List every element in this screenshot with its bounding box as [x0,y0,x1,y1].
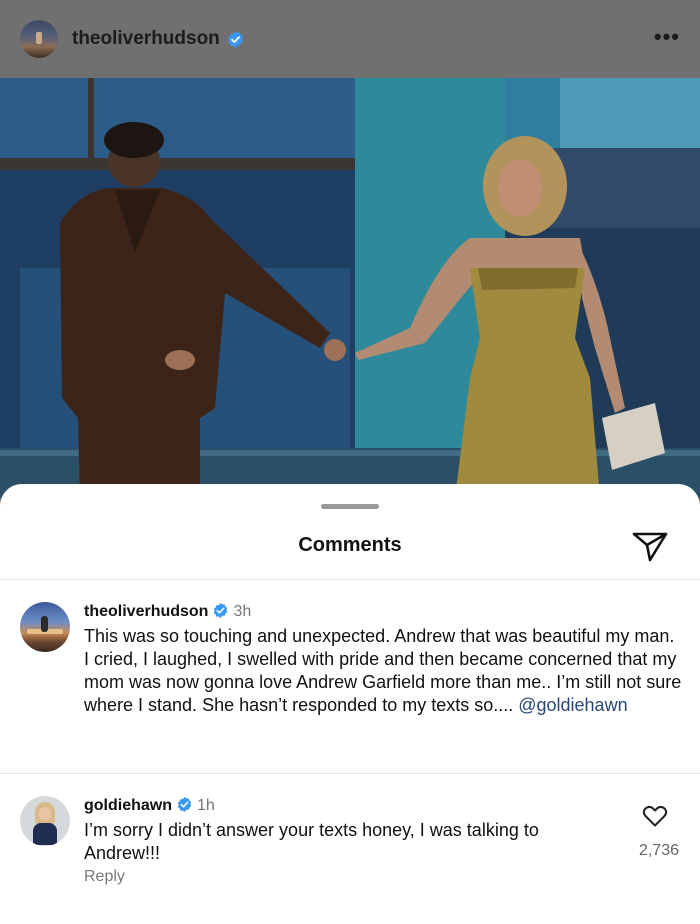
avatar[interactable] [20,602,70,652]
comment-username[interactable]: goldiehawn [84,797,172,814]
comments-title: Comments [298,534,402,556]
comment-text: This was so touching and unexpected. And… [84,625,684,717]
post-header: theoliverhudson ••• [0,0,700,78]
verified-badge-icon [227,30,243,48]
comment-divider [0,773,700,774]
post-author-avatar[interactable] [20,20,58,58]
post-photo [0,78,700,498]
heart-icon[interactable] [642,804,668,828]
mention-link[interactable]: @goldiehawn [518,695,627,715]
header-divider [0,579,700,580]
comment-timestamp: 1h [197,797,215,814]
reply-button[interactable]: Reply [84,868,125,886]
sheet-drag-handle[interactable] [321,504,379,509]
comments-sheet: Comments theoliverhudson 3h This was so t… [0,484,700,924]
comment-timestamp: 3h [233,603,252,620]
paper-plane-icon[interactable] [630,528,670,564]
more-horizontal-icon[interactable]: ••• [654,26,680,48]
post-author-username[interactable]: theoliverhudson [72,28,220,50]
verified-badge-icon [214,603,228,618]
verified-badge-icon [177,797,192,812]
like-count: 2,736 [638,842,679,859]
comment-username[interactable]: theoliverhudson [84,603,208,620]
comment-meta: goldiehawn 1h [84,796,215,815]
comment-text: I’m sorry I didn’t answer your texts hon… [84,820,539,863]
comment-meta: theoliverhudson 3h [84,602,251,621]
avatar[interactable] [20,796,70,846]
